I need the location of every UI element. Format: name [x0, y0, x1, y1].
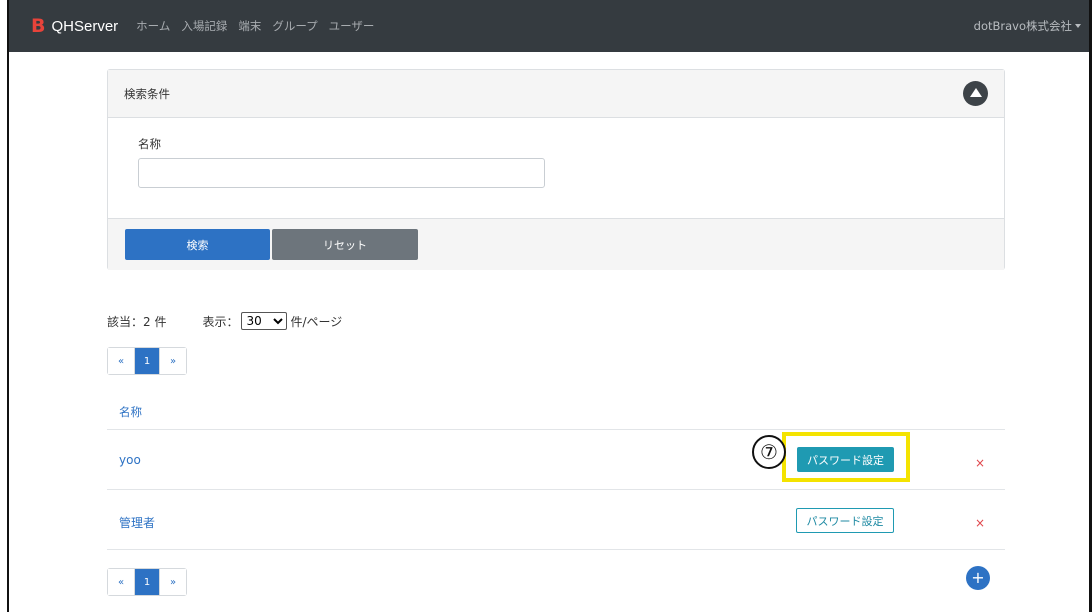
result-count: 該当：2 件 [107, 314, 167, 329]
brand-name: QHServer [51, 17, 119, 35]
chevron-up-icon [969, 88, 982, 97]
frame-border-left [7, 0, 9, 612]
search-card-body: 名称 [108, 118, 1004, 218]
search-card-header: 検索条件 [108, 70, 1004, 118]
add-user-button[interactable]: + [966, 566, 990, 590]
collapse-button[interactable] [963, 81, 988, 106]
pagination-prev-icon[interactable]: « [108, 569, 134, 595]
per-page-select[interactable]: 30 [241, 312, 288, 330]
table-divider [107, 429, 1005, 430]
nav-item-entry-log[interactable]: 入場記録 [181, 18, 227, 34]
pagination-bottom: « 1 » [107, 568, 187, 596]
pagination-next-icon[interactable]: » [160, 348, 186, 374]
pagination-prev-icon[interactable]: « [108, 348, 134, 374]
per-page-unit: 件/ページ [290, 314, 343, 329]
nav-item-home[interactable]: ホーム [136, 18, 170, 34]
search-card-footer: 検索 リセット [108, 218, 1004, 270]
brand[interactable]: B QHServer [31, 15, 118, 37]
result-summary: 該当：2 件 表示： 30 件/ページ [107, 312, 342, 330]
per-page-label: 表示： [202, 314, 239, 329]
search-card: 検索条件 名称 検索 リセット [107, 69, 1005, 270]
nav-item-groups[interactable]: グループ [272, 18, 317, 34]
name-field-label: 名称 [138, 137, 161, 151]
user-menu[interactable]: dotBravo株式会社 [974, 18, 1081, 34]
table-row-name[interactable]: yoo [119, 453, 141, 467]
user-menu-label: dotBravo株式会社 [973, 19, 1072, 33]
pagination-page[interactable]: 1 [134, 348, 160, 374]
table-divider [107, 489, 1005, 490]
brand-logo-icon: B [31, 15, 46, 37]
annotation-highlight [782, 432, 910, 482]
search-button[interactable]: 検索 [125, 229, 270, 260]
nav-item-devices[interactable]: 端末 [238, 18, 261, 34]
nav-menu: ホーム 入場記録 端末 グループ ユーザー [136, 18, 385, 34]
pagination-top: « 1 » [107, 347, 187, 375]
column-header-name[interactable]: 名称 [119, 404, 142, 420]
password-setting-button[interactable]: パスワード設定 [796, 508, 894, 533]
plus-icon: + [971, 568, 985, 587]
delete-icon[interactable]: × [975, 516, 985, 530]
caret-down-icon [1075, 24, 1081, 28]
table-row-name[interactable]: 管理者 [119, 514, 155, 531]
delete-icon[interactable]: × [975, 456, 985, 470]
nav-item-users[interactable]: ユーザー [329, 18, 375, 34]
pagination-next-icon[interactable]: » [160, 569, 186, 595]
top-navbar: B QHServer ホーム 入場記録 端末 グループ ユーザー dotBrav… [9, 0, 1089, 52]
table-divider [107, 549, 1005, 550]
search-card-title: 検索条件 [124, 86, 170, 101]
pagination-page[interactable]: 1 [134, 569, 160, 595]
reset-button[interactable]: リセット [272, 229, 418, 260]
name-search-input[interactable] [138, 158, 545, 188]
annotation-step-marker: ⑦ [752, 435, 786, 469]
